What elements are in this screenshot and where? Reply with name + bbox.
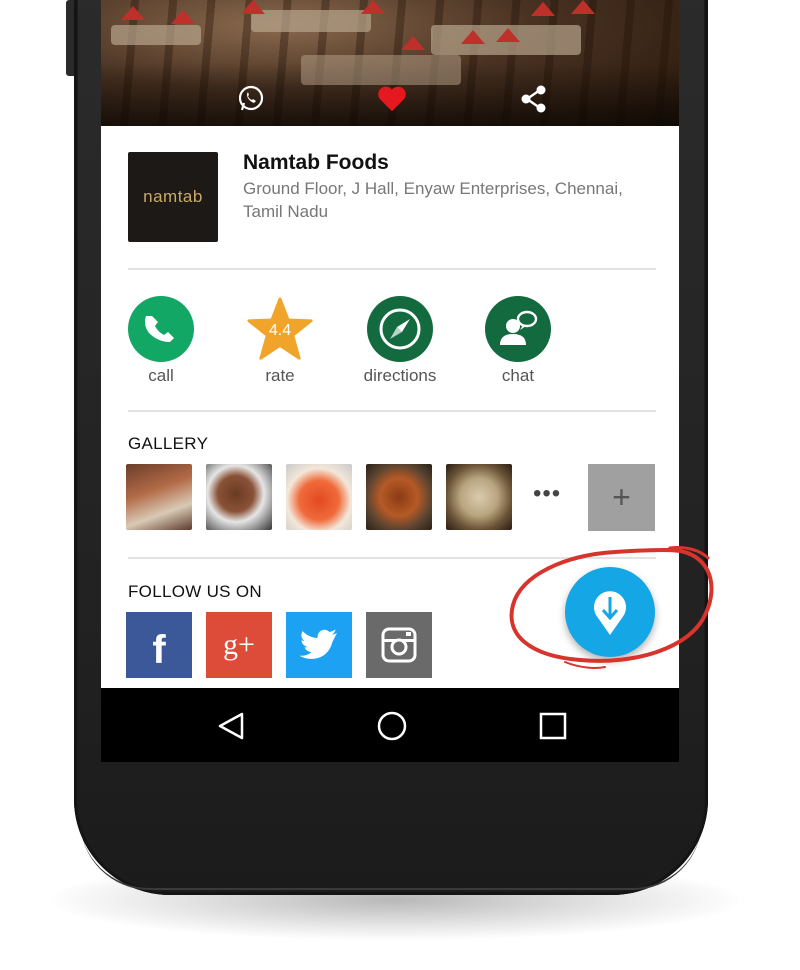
google-plus-icon[interactable]: g+ bbox=[206, 612, 272, 678]
phone-frame-lip bbox=[80, 820, 702, 890]
business-logo-text: namtab bbox=[143, 187, 203, 206]
more-photos-button[interactable]: ••• bbox=[533, 482, 561, 506]
heart-icon[interactable] bbox=[377, 84, 407, 114]
gallery-title: GALLERY bbox=[128, 434, 209, 453]
chat-person-icon bbox=[485, 296, 551, 362]
compass-icon bbox=[367, 296, 433, 362]
home-icon[interactable] bbox=[372, 706, 412, 746]
android-nav-bar bbox=[101, 688, 679, 762]
call-button[interactable]: call bbox=[111, 296, 211, 386]
phone-icon bbox=[128, 296, 194, 362]
google-plus-glyph: g+ bbox=[223, 628, 255, 661]
header-photo bbox=[101, 0, 679, 126]
rating-value: 4.4 bbox=[268, 322, 292, 339]
instagram-icon[interactable] bbox=[366, 612, 432, 678]
plus-icon: + bbox=[612, 479, 631, 515]
chat-button[interactable]: chat bbox=[468, 296, 568, 386]
gallery-thumbnail[interactable] bbox=[206, 464, 272, 530]
annotation-circle bbox=[509, 546, 714, 669]
gallery-thumbnail[interactable] bbox=[286, 464, 352, 530]
whatsapp-icon[interactable] bbox=[236, 84, 266, 114]
back-icon[interactable] bbox=[211, 706, 251, 746]
rate-button[interactable]: 4.4 rate bbox=[230, 296, 330, 386]
gallery-thumbnail[interactable] bbox=[446, 464, 512, 530]
star-icon: 4.4 bbox=[247, 296, 313, 362]
directions-label: directions bbox=[363, 366, 437, 385]
business-name: Namtab Foods bbox=[243, 151, 389, 174]
facebook-icon[interactable]: f bbox=[126, 612, 192, 678]
add-photo-button[interactable]: + bbox=[588, 464, 655, 531]
follow-title: FOLLOW US ON bbox=[128, 582, 262, 601]
twitter-icon[interactable] bbox=[286, 612, 352, 678]
business-logo: namtab bbox=[128, 152, 218, 242]
chat-label: chat bbox=[501, 366, 535, 385]
divider bbox=[128, 410, 656, 412]
share-icon[interactable] bbox=[519, 84, 549, 114]
recents-icon[interactable] bbox=[533, 706, 573, 746]
divider bbox=[128, 268, 656, 270]
gallery-thumbnail[interactable] bbox=[366, 464, 432, 530]
business-address: Ground Floor, J Hall, Enyaw Enterprises,… bbox=[243, 179, 623, 221]
call-label: call bbox=[148, 366, 174, 385]
facebook-glyph: f bbox=[152, 628, 166, 672]
rate-label: rate bbox=[265, 366, 295, 385]
gallery-thumbnail[interactable] bbox=[126, 464, 192, 530]
directions-button[interactable]: directions bbox=[350, 296, 450, 386]
